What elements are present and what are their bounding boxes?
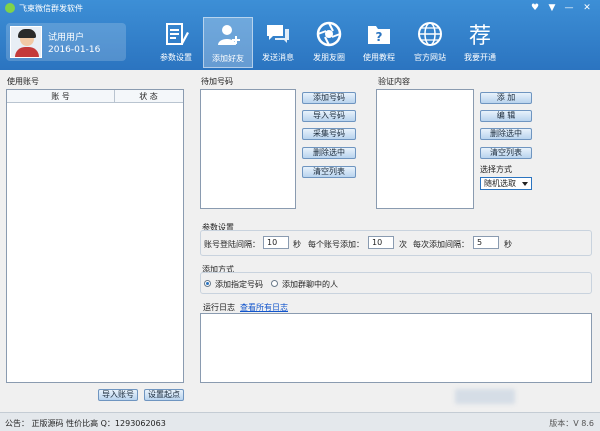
params-group: 账号登陆间隔： 10 秒 每个账号添加： 10 次 每次添加间隔： 5 秒: [200, 230, 592, 256]
per-account-unit: 次: [399, 240, 407, 249]
avatar: [10, 26, 42, 58]
wechat-logo-icon: [5, 3, 15, 13]
user-expiry-date: 2016-01-16: [48, 45, 101, 55]
login-interval-input[interactable]: 10: [263, 236, 289, 249]
close-button[interactable]: ✕: [580, 2, 594, 14]
add-friend-icon: [216, 22, 242, 48]
column-status[interactable]: 状 态: [115, 90, 182, 103]
add-interval-input[interactable]: 5: [473, 236, 499, 249]
camera-aperture-icon: [316, 21, 342, 47]
accounts-list-header: 账 号 状 态: [7, 90, 183, 103]
pending-numbers-list[interactable]: [200, 89, 296, 209]
accounts-list[interactable]: 账 号 状 态: [6, 89, 184, 383]
start-button-blurred[interactable]: [455, 389, 515, 404]
clear-numbers-button[interactable]: 清空列表: [302, 166, 356, 178]
app-header: 飞柬微信群发软件 ♥ ▼ — ✕ 试用用户 2016-01-16 参数设置 添加…: [0, 0, 600, 70]
add-interval-label: 每次添加间隔：: [413, 240, 469, 249]
clear-verify-button[interactable]: 清空列表: [480, 147, 532, 159]
menu-dropdown-icon[interactable]: ▼: [545, 2, 559, 14]
add-verify-button[interactable]: 添 加: [480, 92, 532, 104]
radio-specific-numbers-label[interactable]: 添加指定号码: [215, 279, 263, 290]
radio-specific-numbers[interactable]: [204, 280, 211, 287]
user-card: 试用用户 2016-01-16: [6, 23, 126, 61]
user-name: 试用用户: [48, 33, 85, 43]
log-textarea[interactable]: [200, 313, 592, 383]
title-bar: 飞柬微信群发软件 ♥ ▼ — ✕: [0, 0, 600, 16]
help-folder-icon: ?: [366, 21, 392, 47]
method-group: 添加指定号码 添加群聊中的人: [200, 272, 592, 294]
verify-content-list[interactable]: [376, 89, 474, 209]
chat-bubbles-icon: [265, 21, 291, 47]
delete-selected-verify-button[interactable]: 删除选中: [480, 128, 532, 140]
favorite-icon[interactable]: ♥: [528, 2, 542, 14]
clipboard-pencil-icon: [163, 21, 189, 47]
nav-moments[interactable]: 发朋友圈: [304, 17, 354, 68]
chevron-down-icon: [522, 182, 528, 186]
import-numbers-button[interactable]: 导入号码: [302, 110, 356, 122]
recommend-char-icon: 荐: [468, 24, 491, 49]
radio-group-members-label[interactable]: 添加群聊中的人: [282, 279, 338, 290]
window-title: 飞柬微信群发软件: [19, 4, 83, 13]
pending-title: 待加号码: [201, 77, 233, 86]
globe-icon: [417, 21, 443, 47]
add-interval-unit: 秒: [504, 240, 512, 249]
nav-add-friends[interactable]: 添加好友: [203, 17, 253, 68]
status-bar: 公告： 正版源码 性价比高 Q：1293062063 版本：V 8.6: [0, 412, 600, 431]
announcement-text: 公告： 正版源码 性价比高 Q：1293062063: [5, 419, 166, 428]
select-mode-dropdown[interactable]: 随机选取: [480, 177, 532, 190]
add-number-button[interactable]: 添加号码: [302, 92, 356, 104]
per-account-label: 每个账号添加：: [308, 240, 364, 249]
set-start-button[interactable]: 设置起点: [144, 389, 184, 401]
nav-send-message[interactable]: 发送消息: [253, 17, 303, 68]
nav-official-site[interactable]: 官方网站: [405, 17, 455, 68]
collect-numbers-button[interactable]: 采集号码: [302, 128, 356, 140]
radio-group-members[interactable]: [271, 280, 278, 287]
log-title: 运行日志: [203, 303, 235, 312]
nav-param-settings[interactable]: 参数设置: [151, 17, 201, 68]
svg-text:?: ?: [376, 30, 383, 44]
delete-selected-numbers-button[interactable]: 删除选中: [302, 147, 356, 159]
nav-subscribe[interactable]: 荐 我要开通: [455, 17, 505, 68]
verify-title: 验证内容: [378, 77, 410, 86]
view-all-logs-link[interactable]: 查看所有日志: [240, 302, 288, 313]
edit-verify-button[interactable]: 编 辑: [480, 110, 532, 122]
minimize-button[interactable]: —: [562, 2, 576, 14]
column-account[interactable]: 账 号: [7, 90, 115, 103]
nav-tutorial[interactable]: ? 使用教程: [354, 17, 404, 68]
version-label: 版本：V 8.6: [549, 419, 594, 428]
accounts-title: 使用账号: [7, 77, 39, 86]
login-interval-unit: 秒: [293, 240, 301, 249]
per-account-input[interactable]: 10: [368, 236, 394, 249]
select-mode-label: 选择方式: [480, 165, 512, 174]
import-accounts-button[interactable]: 导入账号: [98, 389, 138, 401]
login-interval-label: 账号登陆间隔：: [204, 240, 260, 249]
